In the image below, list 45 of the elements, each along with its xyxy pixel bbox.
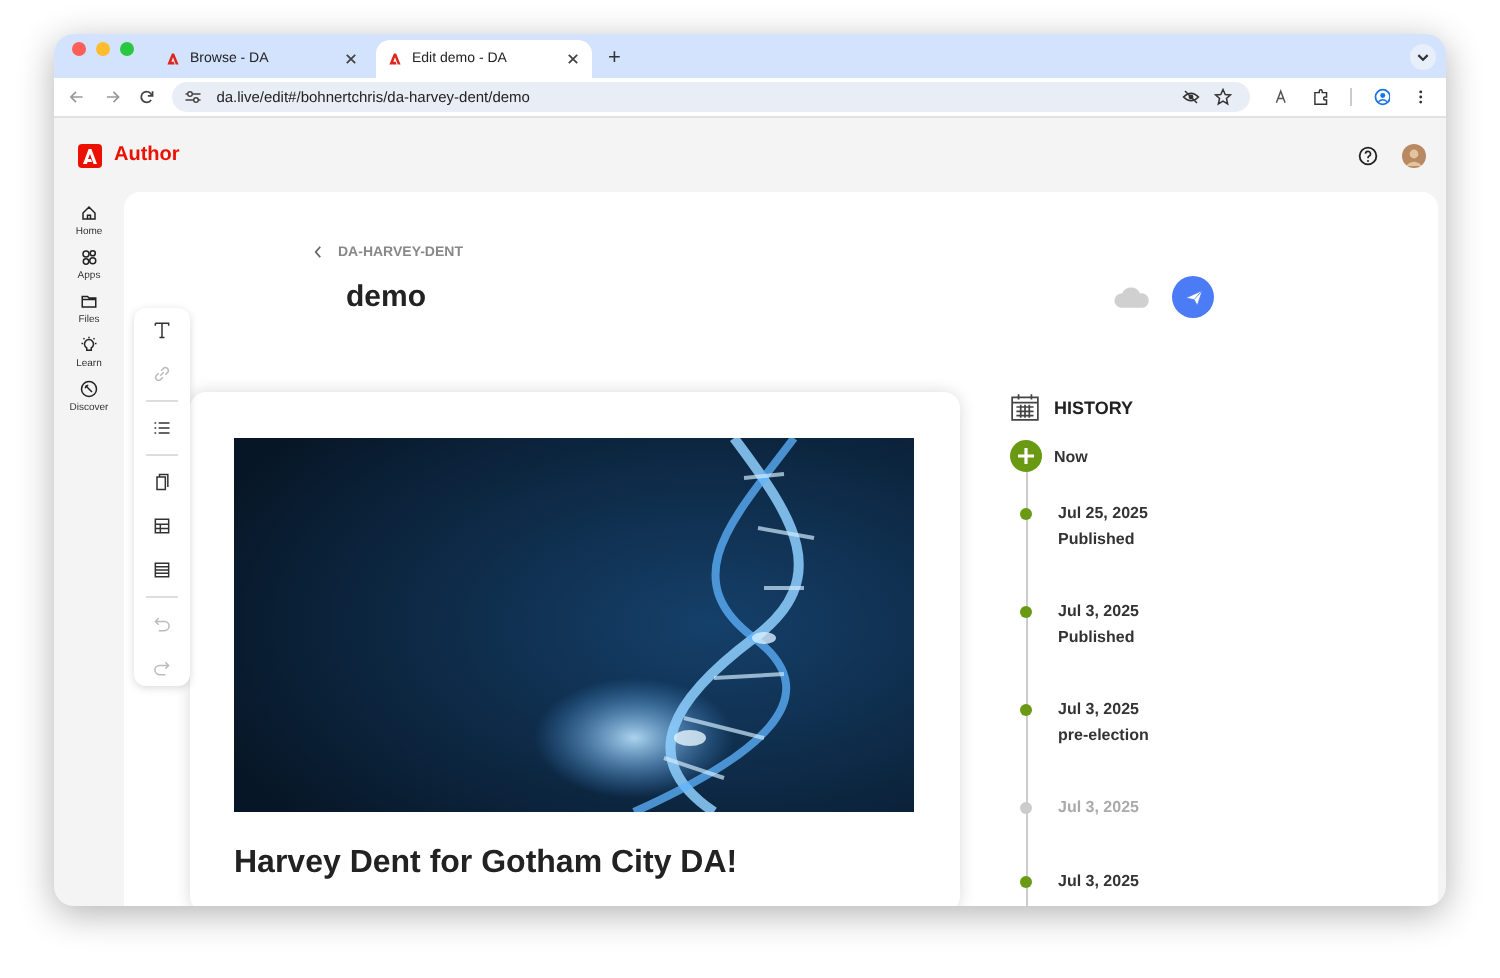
adobe-logo-icon: [78, 143, 102, 167]
back-arrow-icon[interactable]: [68, 88, 86, 106]
reload-icon[interactable]: [138, 88, 157, 106]
close-tab-icon[interactable]: [344, 52, 358, 66]
site-settings-icon[interactable]: [184, 88, 203, 106]
help-icon[interactable]: [1358, 145, 1378, 165]
add-version-button[interactable]: [1010, 440, 1042, 472]
document-title: demo: [346, 280, 427, 314]
history-date[interactable]: Jul 3, 2025: [1058, 700, 1149, 718]
compass-icon: [79, 380, 98, 398]
adobe-logo-icon: [388, 52, 402, 66]
adobe-logo-icon: [166, 52, 180, 66]
forward-arrow-icon[interactable]: [103, 88, 121, 106]
close-tab-icon[interactable]: [566, 52, 580, 66]
history-now-label: Now: [1054, 447, 1088, 465]
history-date[interactable]: Jul 3, 2025: [1058, 602, 1139, 620]
avatar[interactable]: [1402, 143, 1426, 167]
apps-icon: [80, 248, 98, 266]
eye-slash-icon[interactable]: [1182, 88, 1201, 106]
copy-icon[interactable]: [152, 472, 172, 492]
lightbulb-icon: [79, 336, 98, 354]
new-tab-button[interactable]: +: [598, 46, 631, 78]
publish-button[interactable]: [1172, 276, 1214, 318]
history-label: pre-election: [1058, 726, 1149, 744]
star-icon[interactable]: [1214, 88, 1233, 106]
section-icon[interactable]: [152, 560, 172, 580]
home-icon: [80, 204, 98, 222]
back-chevron-icon[interactable]: [312, 244, 324, 260]
history-date[interactable]: Jul 3, 2025: [1058, 872, 1139, 890]
history-label: Published: [1058, 530, 1137, 548]
puzzle-piece-icon[interactable]: [1311, 88, 1330, 106]
profile-icon[interactable]: [1373, 88, 1391, 106]
text-icon[interactable]: [152, 320, 172, 340]
folder-icon: [80, 292, 98, 310]
article-heading: Harvey Dent for Gotham City DA!: [234, 846, 740, 882]
history-date[interactable]: Jul 25, 2025: [1058, 504, 1148, 522]
paper-plane-icon: [1183, 287, 1203, 307]
calendar-icon: [1010, 392, 1040, 422]
table-icon[interactable]: [152, 516, 172, 536]
app-title[interactable]: Author: [114, 144, 180, 166]
adobe-extension-icon[interactable]: [1272, 88, 1290, 106]
list-icon[interactable]: [152, 418, 172, 438]
history-title: HISTORY: [1054, 397, 1134, 417]
history-label: Published: [1058, 628, 1137, 646]
chevron-down-icon[interactable]: [1410, 43, 1436, 69]
